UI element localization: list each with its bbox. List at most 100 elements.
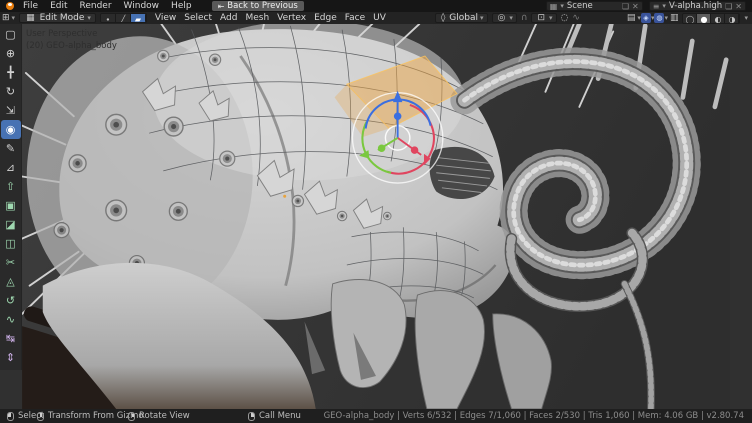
remove-layer-icon[interactable]: ✕ (735, 2, 742, 11)
viewport-3d[interactable]: User Perspective (20) GEO-alpha_body (0, 24, 752, 409)
blender-window: File Edit Render Window Help ⇤ Back to P… (0, 0, 752, 423)
snap-magnet-icon[interactable]: ∩ (519, 13, 530, 23)
tool-rotate[interactable]: ↻ (1, 82, 21, 101)
hint-label: Call Menu (259, 411, 301, 421)
menu-vertex[interactable]: Vertex (273, 12, 310, 24)
wireframe-shading-button[interactable]: ◯ (683, 14, 697, 24)
tool-edge-slide[interactable]: ↹ (1, 329, 21, 348)
menu-add[interactable]: Add (216, 12, 241, 24)
hint-call-menu: Call Menu (248, 409, 301, 423)
mouse-middle-icon (128, 412, 135, 421)
menu-edge[interactable]: Edge (310, 12, 341, 24)
overlays-toggle[interactable]: ◍ (654, 13, 664, 23)
tool-select-box[interactable]: ▢ (1, 25, 21, 44)
edge-select-mode-button[interactable]: ╱ (116, 14, 131, 23)
chevron-down-icon: ▾ (509, 14, 513, 22)
new-scene-icon[interactable]: ❏ (622, 2, 629, 11)
scene-name: Scene (567, 1, 619, 11)
snap-target-icon: ⊡ (535, 13, 547, 23)
tool-shelf: ▢ ⊕ ╋ ↻ ⇲ ◉ ✎ ⊿ ⇧ ▣ ◪ ◫ ✂ ◬ ↺ ∿ ↹ ⇕ (0, 24, 22, 370)
menu-edit[interactable]: Edit (44, 0, 73, 12)
proportional-editing-icon[interactable]: ◌ (559, 13, 571, 23)
view-name-text: User Perspective (26, 28, 117, 40)
orientation-dropdown[interactable]: ◊ Global ▾ (435, 13, 488, 23)
menu-help[interactable]: Help (165, 0, 198, 12)
mouse-drag-icon (37, 412, 44, 421)
editor-type-icon[interactable]: ⊞ (0, 13, 12, 23)
snap-target-dropdown[interactable]: ⊡ ▾ (531, 13, 556, 23)
tool-knife[interactable]: ✂ (1, 253, 21, 272)
menu-view[interactable]: View (151, 12, 180, 24)
edit-mode-icon: ▦ (24, 13, 37, 23)
rendered-shading-button[interactable]: ◑ (725, 14, 739, 24)
new-layer-icon[interactable]: ❏ (725, 2, 732, 11)
unlink-scene-icon[interactable]: ✕ (632, 2, 639, 11)
show-gizmo-toggle[interactable]: ◈ (641, 13, 651, 23)
view-layer-selector[interactable]: ≡ ▾ V-alpha.high ❏ ✕ (649, 1, 746, 11)
material-shading-button[interactable]: ◐ (711, 14, 725, 24)
tool-shrink-fatten[interactable]: ⇕ (1, 348, 21, 367)
chevron-down-icon: ▾ (662, 2, 666, 10)
scene-icon: ▦ (550, 2, 558, 11)
back-to-previous-button[interactable]: ⇤ Back to Previous (212, 1, 304, 11)
topbar: File Edit Render Window Help ⇤ Back to P… (0, 0, 752, 12)
menu-face[interactable]: Face (341, 12, 369, 24)
menu-file[interactable]: File (17, 0, 44, 12)
vertex-select-mode-button[interactable]: ∙ (101, 14, 116, 23)
hint-rotate-view: Rotate View (128, 409, 190, 423)
tool-extrude-region[interactable]: ⇧ (1, 177, 21, 196)
tool-annotate[interactable]: ✎ (1, 139, 21, 158)
mouse-right-icon (248, 412, 255, 421)
scene-statistics: GEO-alpha_body | Verts 6/532 | Edges 7/1… (324, 409, 744, 423)
tool-move[interactable]: ╋ (1, 63, 21, 82)
status-bar: Select Transform From Gizmo Rotate View … (0, 409, 752, 423)
tool-measure[interactable]: ⊿ (1, 158, 21, 177)
mode-dropdown[interactable]: ▦ Edit Mode ▾ (19, 13, 96, 23)
tool-transform[interactable]: ◉ (1, 120, 21, 139)
viewport-display-group: ▤ ▾ ◈ ▾ ◍ ▾ ▥ ◯ ● ◐ ◑ ▾ (625, 13, 752, 24)
xray-toggle[interactable]: ▥ (668, 13, 681, 23)
menu-mesh[interactable]: Mesh (241, 12, 273, 24)
viewport-header: ⊞ ▾ ▦ Edit Mode ▾ ∙ ╱ ▰ View Select Add … (0, 12, 752, 24)
tool-scale[interactable]: ⇲ (1, 101, 21, 120)
select-mode-group: ∙ ╱ ▰ (100, 13, 147, 23)
chevron-down-icon: ▾ (12, 14, 16, 22)
viewport-info-overlay: User Perspective (20) GEO-alpha_body (26, 28, 117, 52)
menu-window[interactable]: Window (118, 0, 166, 12)
menu-uv[interactable]: UV (369, 12, 390, 24)
viewport-canvas (0, 24, 752, 409)
shading-mode-group: ◯ ● ◐ ◑ (682, 13, 740, 24)
chevron-down-icon: ▾ (480, 14, 484, 22)
chevron-down-icon: ▾ (744, 14, 748, 22)
orientation-icon: ◊ (439, 13, 447, 23)
orientation-label: Global (449, 13, 478, 23)
blender-logo-icon[interactable] (3, 1, 17, 11)
hint-label: Rotate View (139, 411, 190, 421)
pivot-icon: ◎ (496, 13, 508, 23)
view-layer-icon: ≡ (653, 2, 660, 11)
menu-render[interactable]: Render (74, 0, 118, 12)
back-label: Back to Previous (227, 1, 298, 11)
tool-cursor[interactable]: ⊕ (1, 44, 21, 63)
tool-spin[interactable]: ↺ (1, 291, 21, 310)
menu-select[interactable]: Select (180, 12, 216, 24)
tool-loop-cut[interactable]: ◫ (1, 234, 21, 253)
mode-label: Edit Mode (40, 13, 85, 23)
falloff-icon[interactable]: ∿ (570, 13, 582, 23)
view-layer-name: V-alpha.high (669, 1, 722, 11)
tool-smooth[interactable]: ∿ (1, 310, 21, 329)
scene-selector[interactable]: ▦ ▾ Scene ❏ ✕ (546, 1, 643, 11)
tool-inset-faces[interactable]: ▣ (1, 196, 21, 215)
chevron-down-icon: ▾ (560, 2, 564, 10)
solid-shading-button[interactable]: ● (697, 14, 711, 24)
tool-poly-build[interactable]: ◬ (1, 272, 21, 291)
pivot-point-dropdown[interactable]: ◎ ▾ (492, 13, 517, 23)
back-icon: ⇤ (218, 2, 225, 11)
mouse-left-icon (7, 412, 14, 421)
face-select-mode-button[interactable]: ▰ (131, 14, 146, 23)
tool-bevel[interactable]: ◪ (1, 215, 21, 234)
chevron-down-icon: ▾ (87, 14, 91, 22)
visibility-dropdown-icon[interactable]: ▤ (625, 13, 638, 23)
active-object-text: (20) GEO-alpha_body (26, 40, 117, 52)
chevron-down-icon: ▾ (549, 14, 553, 22)
